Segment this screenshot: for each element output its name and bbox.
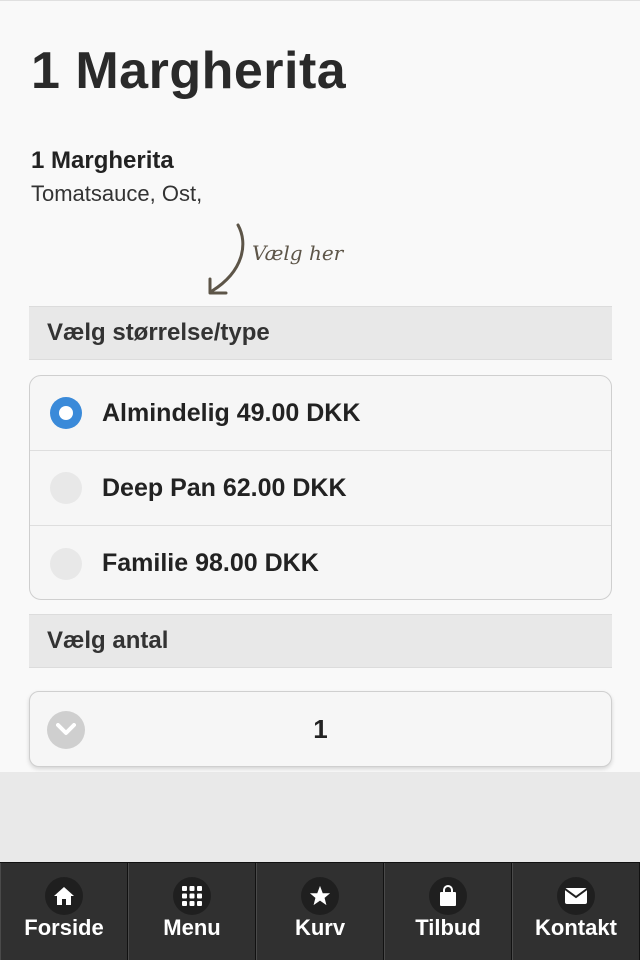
product-description: Tomatsauce, Ost, <box>31 181 203 206</box>
nav-label: Kurv <box>294 915 346 940</box>
page-title: 1 Margherita <box>31 42 347 100</box>
product-name: 1 Margherita <box>31 147 174 174</box>
quantity-select[interactable]: 1 <box>29 691 612 767</box>
home-icon <box>45 877 83 915</box>
content-page: 1 Margherita 1 Margherita Tomatsauce, Os… <box>0 0 640 772</box>
hint-text: Vælg her <box>252 241 344 265</box>
nav-label: Forside <box>24 915 104 940</box>
size-option-familie[interactable]: Familie 98.00 DKK <box>30 526 611 599</box>
nav-label: Menu <box>163 915 221 940</box>
size-option-label: Deep Pan 62.00 DKK <box>102 473 347 502</box>
size-option-deep-pan[interactable]: Deep Pan 62.00 DKK <box>30 451 611 526</box>
star-icon <box>301 877 339 915</box>
size-option-label: Familie 98.00 DKK <box>102 549 319 577</box>
nav-item-menu[interactable]: Menu <box>128 863 256 960</box>
quantity-section-header: Vælg antal <box>29 614 612 668</box>
bottom-navbar: Forside Menu Kurv Tilbud Kontakt <box>0 862 640 960</box>
size-option-almindelig[interactable]: Almindelig 49.00 DKK <box>30 376 611 451</box>
nav-label: Tilbud <box>415 915 481 940</box>
grid-icon <box>173 877 211 915</box>
curved-arrow-icon <box>208 223 245 295</box>
radio-selected-icon[interactable] <box>50 397 82 429</box>
mail-icon <box>557 877 595 915</box>
nav-item-tilbud[interactable]: Tilbud <box>384 863 512 960</box>
nav-item-kontakt[interactable]: Kontakt <box>512 863 640 960</box>
quantity-value: 1 <box>313 714 328 744</box>
size-section-header: Vælg størrelse/type <box>29 306 612 360</box>
size-option-label: Almindelig 49.00 DKK <box>102 398 361 427</box>
nav-item-forside[interactable]: Forside <box>0 863 128 960</box>
radio-icon[interactable] <box>50 472 82 504</box>
shopping-bag-icon <box>429 877 467 915</box>
size-options: Almindelig 49.00 DKK Deep Pan 62.00 DKK … <box>29 375 612 600</box>
radio-icon[interactable] <box>50 547 82 580</box>
choose-here-hint: Vælg her <box>200 219 360 303</box>
nav-item-kurv[interactable]: Kurv <box>256 863 384 960</box>
nav-label: Kontakt <box>535 915 617 940</box>
